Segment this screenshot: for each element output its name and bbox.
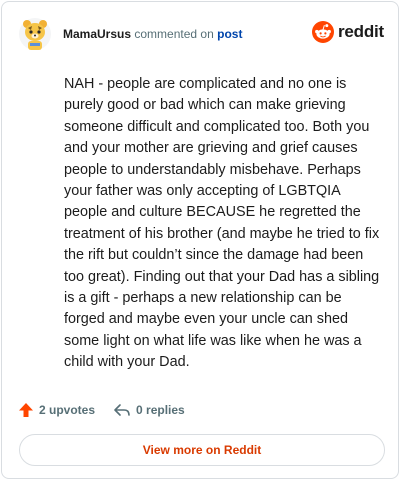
upvote-arrow-icon: [19, 403, 33, 417]
reply-button[interactable]: 0 replies: [113, 402, 185, 418]
comment-meta: MamaUrsus commented on post: [63, 27, 242, 41]
comment-actions: 2 upvotes 0 replies: [18, 400, 185, 420]
upvote-button[interactable]: 2 upvotes: [18, 402, 95, 418]
view-more-button[interactable]: View more on Reddit: [19, 434, 385, 466]
embedded-comment-card: MamaUrsus commented on post reddit NAH -…: [1, 1, 399, 479]
reply-count: 0 replies: [136, 403, 185, 417]
action-text: commented on: [134, 27, 214, 41]
reply-icon: [114, 404, 130, 416]
reddit-wordmark: reddit: [338, 22, 385, 41]
username-link[interactable]: MamaUrsus: [63, 27, 131, 41]
avatar[interactable]: [18, 16, 52, 52]
post-link[interactable]: post: [217, 27, 242, 41]
reddit-logo-icon: [312, 21, 334, 43]
upvote-count: 2 upvotes: [39, 403, 96, 417]
reddit-brand[interactable]: reddit: [312, 21, 384, 43]
comment-body: NAH - people are complicated and no one …: [64, 76, 380, 371]
bear-avatar-icon: [19, 18, 51, 50]
